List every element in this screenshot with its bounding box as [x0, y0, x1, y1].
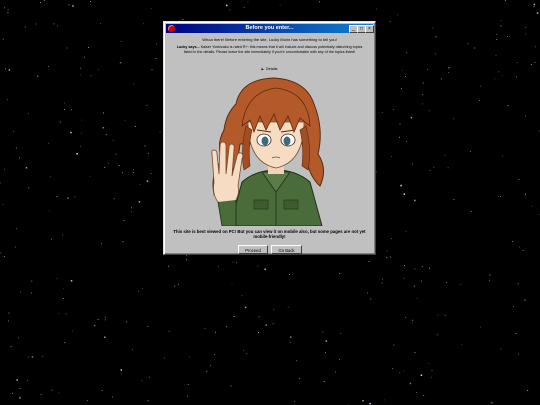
go-back-button[interactable]: Go Back: [271, 245, 302, 254]
warning-body: Kaiser Yoshizaku is rated R+: this means…: [183, 45, 363, 54]
title-bar[interactable]: Before you enter... _ □ ×: [166, 24, 374, 33]
disclosure-triangle-icon: ▶: [261, 67, 264, 71]
warning-text: Lucky says... Kaiser Yoshizaku is rated …: [173, 45, 366, 54]
details-label: Details: [265, 67, 278, 71]
dialog-window: Before you enter... _ □ × Whoa there! Be…: [163, 21, 376, 255]
warning-lead: Lucky says...: [176, 45, 200, 49]
device-notice: This site is best viewed on PC! But you …: [173, 229, 366, 239]
close-button[interactable]: ×: [365, 25, 374, 33]
details-toggle[interactable]: ▶ Details: [164, 67, 375, 71]
intro-text: Whoa there! Before entering the site, Lu…: [202, 37, 337, 42]
window-title: Before you enter...: [245, 25, 294, 31]
anime-girl-illustration: [211, 77, 324, 226]
proceed-button[interactable]: Proceed: [238, 245, 268, 254]
